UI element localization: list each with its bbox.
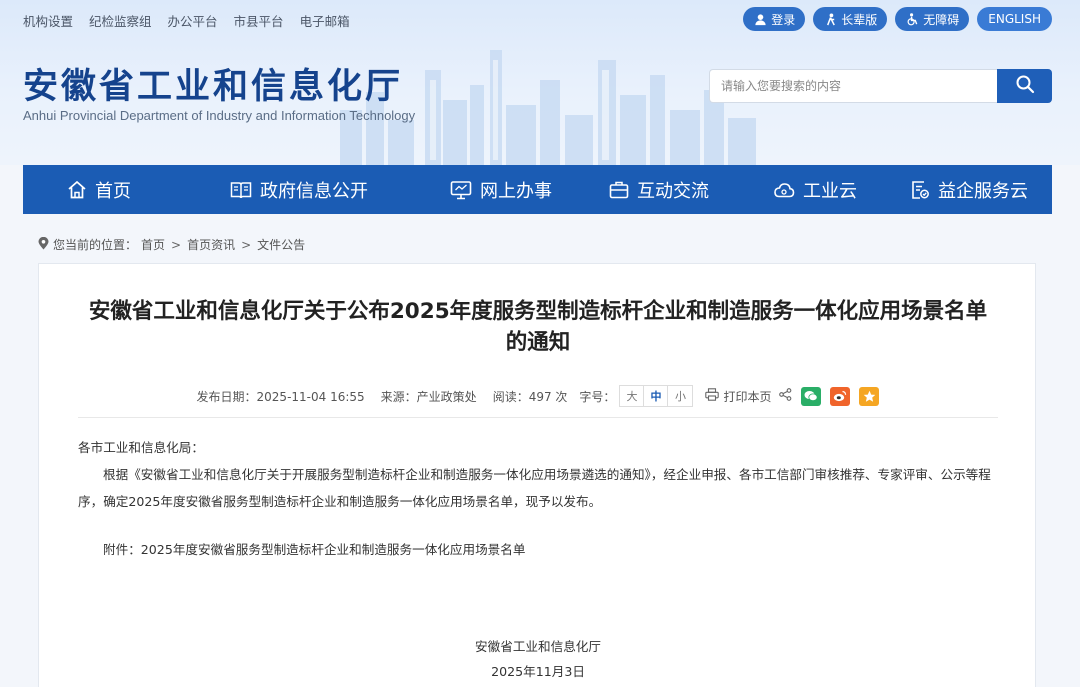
nav-label-gov-info: 政府信息公开: [260, 180, 368, 202]
search-icon: [1015, 74, 1035, 98]
site-subtitle: Anhui Provincial Department of Industry …: [23, 108, 416, 123]
nav-item-online-service[interactable]: 网上办事: [450, 165, 552, 214]
weibo-icon[interactable]: [830, 386, 851, 406]
elder-mode-button[interactable]: 长辈版: [813, 7, 888, 31]
font-size-label: 字号：: [579, 389, 616, 404]
location-pin-icon: [38, 236, 49, 253]
salutation: 各市工业和信息化局：: [78, 440, 204, 455]
top-link-office[interactable]: 办公平台: [168, 11, 218, 30]
print-button[interactable]: 打印本页: [705, 388, 771, 405]
search-button[interactable]: [997, 69, 1052, 103]
top-links: 机构设置 纪检监察组 办公平台 市县平台 电子邮箱: [23, 11, 350, 30]
nav-item-interaction[interactable]: 互动交流: [609, 165, 709, 214]
publish-date: 发布日期：2025-11-04 16:55: [196, 389, 365, 404]
signature: 安徽省工业和信息化厅: [475, 639, 601, 654]
nav-item-gov-info[interactable]: 政府信息公开: [230, 165, 368, 214]
sign-date: 2025年11月3日: [491, 664, 585, 679]
printer-icon: [705, 388, 720, 404]
breadcrumb-separator: >: [241, 237, 252, 252]
favorite-star-icon[interactable]: [859, 386, 880, 406]
nav-label-interaction: 互动交流: [637, 180, 709, 202]
breadcrumb: 您当前的位置： 首页 > 首页资讯 > 文件公告: [38, 236, 305, 253]
cloud-icon: [773, 180, 795, 200]
article-card: 安徽省工业和信息化厅关于公布2025年度服务型制造标杆企业和制造服务一体化应用场…: [38, 263, 1036, 687]
english-label: ENGLISH: [988, 12, 1041, 26]
breadcrumb-separator: >: [171, 237, 182, 252]
source: 来源：产业政策处: [380, 389, 477, 404]
article-body: 各市工业和信息化局： 根据《安徽省工业和信息化厅关于开展服务型制造标杆企业和制造…: [78, 434, 1000, 563]
nav-item-enterprise-service[interactable]: 益企服务云: [910, 165, 1028, 214]
top-link-city-county[interactable]: 市县平台: [234, 11, 284, 30]
user-icon: [753, 12, 767, 26]
nav-label-enterprise-service: 益企服务云: [938, 180, 1028, 202]
accessibility-label: 无障碍: [923, 12, 960, 27]
nav-item-home[interactable]: 首页: [67, 165, 131, 214]
body-paragraph: 根据《安徽省工业和信息化厅关于开展服务型制造标杆企业和制造服务一体化应用场景遴选…: [78, 467, 991, 509]
nav-label-home: 首页: [95, 180, 131, 202]
nav-label-online-service: 网上办事: [480, 180, 552, 202]
main-nav: 首页 政府信息公开 网上办事 互动交流 工业云 益企服务云: [23, 165, 1052, 214]
site-header: 机构设置 纪检监察组 办公平台 市县平台 电子邮箱 登录 长辈版 无障碍 ENG…: [0, 0, 1080, 165]
monitor-icon: [450, 180, 472, 200]
font-size-large[interactable]: 大: [620, 386, 645, 406]
share-icon: [779, 388, 792, 404]
top-buttons: 登录 长辈版 无障碍 ENGLISH: [743, 7, 1052, 31]
meta-divider: [78, 417, 998, 418]
home-icon: [67, 180, 87, 200]
english-button[interactable]: ENGLISH: [977, 7, 1052, 31]
login-button[interactable]: 登录: [743, 7, 806, 31]
briefcase-icon: [609, 180, 629, 200]
top-link-email[interactable]: 电子邮箱: [300, 11, 350, 30]
nav-label-industry-cloud: 工业云: [803, 180, 857, 202]
share-bar: [779, 386, 880, 406]
nav-item-industry-cloud[interactable]: 工业云: [773, 165, 857, 214]
breadcrumb-prefix: 您当前的位置：: [53, 238, 138, 252]
article-title: 安徽省工业和信息化厅关于公布2025年度服务型制造标杆企业和制造服务一体化应用场…: [88, 299, 988, 355]
article-meta: 发布日期：2025-11-04 16:55 来源：产业政策处 阅读：497 次 …: [39, 385, 1037, 407]
elder-mode-label: 长辈版: [841, 12, 878, 27]
font-size-small[interactable]: 小: [668, 386, 692, 406]
breadcrumb-notices[interactable]: 文件公告: [257, 236, 305, 253]
search-input[interactable]: [709, 69, 997, 103]
top-link-org[interactable]: 机构设置: [23, 11, 73, 30]
read-count: 阅读：497 次: [492, 389, 568, 404]
wechat-icon[interactable]: [801, 386, 822, 406]
print-label: 打印本页: [723, 389, 772, 404]
top-link-discipline[interactable]: 纪检监察组: [89, 11, 152, 30]
breadcrumb-home[interactable]: 首页: [141, 236, 165, 253]
elder-icon: [823, 12, 837, 26]
service-icon: [910, 180, 930, 200]
breadcrumb-news[interactable]: 首页资讯: [187, 236, 235, 253]
wheelchair-icon: [905, 12, 919, 26]
book-icon: [230, 180, 252, 200]
font-size-switcher: 大 中 小: [619, 385, 694, 407]
accessibility-button[interactable]: 无障碍: [895, 7, 970, 31]
attachment-link[interactable]: 附件：2025年度安徽省服务型制造标杆企业和制造服务一体化应用场景名单: [78, 536, 1000, 563]
font-size-medium[interactable]: 中: [644, 386, 669, 406]
login-label: 登录: [771, 12, 796, 27]
site-title: 安徽省工业和信息化厅: [23, 67, 404, 107]
search-box: [709, 69, 1052, 103]
